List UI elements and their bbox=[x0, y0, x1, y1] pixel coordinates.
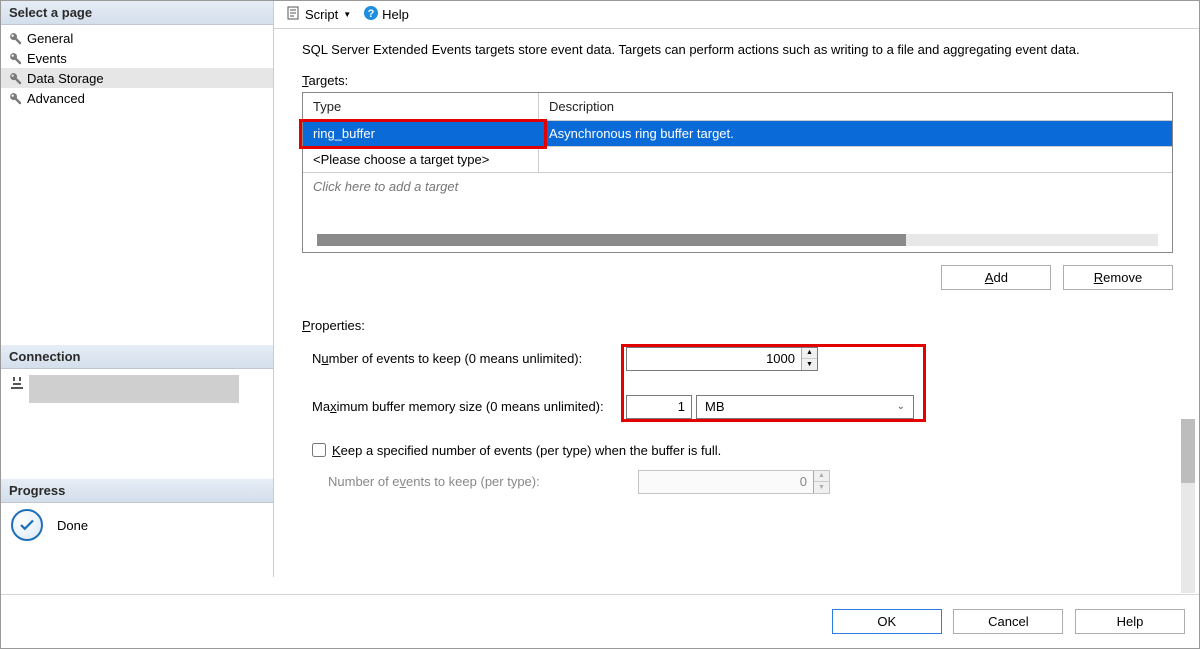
dialog-footer: OK Cancel Help bbox=[1, 594, 1199, 648]
svg-text:?: ? bbox=[368, 8, 375, 20]
wrench-icon bbox=[7, 30, 23, 46]
add-button[interactable]: Add bbox=[941, 265, 1051, 290]
page-description: SQL Server Extended Events targets store… bbox=[302, 41, 1173, 59]
spin-up-icon: ▲ bbox=[814, 471, 829, 482]
spin-down-icon: ▼ bbox=[814, 482, 829, 493]
cancel-button[interactable]: Cancel bbox=[953, 609, 1063, 634]
sidebar: Select a page General Events Data Storag… bbox=[1, 1, 274, 577]
sidebar-item-label: Advanced bbox=[27, 91, 85, 106]
script-dropdown[interactable]: Script ▼ bbox=[282, 4, 355, 25]
wrench-icon bbox=[7, 90, 23, 106]
table-row-placeholder[interactable]: <Please choose a target type> bbox=[303, 146, 1172, 172]
sidebar-item-general[interactable]: General bbox=[1, 28, 273, 48]
buffer-size-input[interactable] bbox=[626, 395, 692, 419]
wrench-icon bbox=[7, 70, 23, 86]
connection-value-redacted bbox=[29, 375, 239, 403]
sidebar-item-events[interactable]: Events bbox=[1, 48, 273, 68]
cell-description: Asynchronous ring buffer target. bbox=[539, 121, 1172, 146]
cell-placeholder-type: <Please choose a target type> bbox=[303, 147, 539, 172]
sidebar-item-label: Data Storage bbox=[27, 71, 104, 86]
done-check-icon bbox=[11, 509, 43, 541]
vertical-scrollbar[interactable] bbox=[1181, 419, 1195, 593]
events-to-keep-spinner[interactable]: ▲ ▼ bbox=[626, 347, 818, 371]
sidebar-item-label: Events bbox=[27, 51, 67, 66]
remove-button[interactable]: Remove bbox=[1063, 265, 1173, 290]
events-to-keep-input[interactable] bbox=[627, 348, 801, 370]
progress-title: Progress bbox=[1, 479, 273, 503]
connection-body bbox=[1, 369, 273, 409]
cell-type: ring_buffer bbox=[303, 121, 539, 146]
header-type[interactable]: Type bbox=[303, 93, 539, 120]
progress-body: Done bbox=[1, 503, 273, 547]
chevron-down-icon: ⌄ bbox=[897, 401, 905, 412]
cell-placeholder-desc bbox=[539, 147, 1172, 172]
spin-down-icon[interactable]: ▼ bbox=[802, 359, 817, 370]
per-type-input bbox=[639, 471, 813, 493]
spin-up-icon[interactable]: ▲ bbox=[802, 348, 817, 359]
per-type-spinner: ▲ ▼ bbox=[638, 470, 830, 494]
script-icon bbox=[286, 5, 302, 24]
per-type-row: Number of events to keep (per type): ▲ ▼ bbox=[302, 470, 1173, 494]
targets-table: Type Description ring_buffer Asynchronou… bbox=[302, 92, 1173, 253]
add-target-row[interactable]: Click here to add a target bbox=[303, 172, 1172, 200]
server-icon bbox=[9, 375, 25, 391]
buffer-size-row: Maximum buffer memory size (0 means unli… bbox=[302, 395, 1173, 419]
per-type-label: Number of events to keep (per type): bbox=[328, 474, 624, 489]
events-to-keep-label: Number of events to keep (0 means unlimi… bbox=[302, 351, 612, 366]
table-header: Type Description bbox=[303, 93, 1172, 121]
connection-title: Connection bbox=[1, 345, 273, 369]
help-button[interactable]: ? Help bbox=[359, 4, 413, 25]
keep-specified-row: Keep a specified number of events (per t… bbox=[302, 443, 1173, 458]
events-to-keep-row: Number of events to keep (0 means unlimi… bbox=[302, 347, 1173, 371]
page-list: General Events Data Storage Advanced bbox=[1, 25, 273, 111]
script-label: Script bbox=[305, 7, 338, 22]
buffer-size-label: Maximum buffer memory size (0 means unli… bbox=[302, 399, 612, 414]
scrollbar-thumb[interactable] bbox=[1181, 419, 1195, 483]
main-panel: Script ▼ ? Help SQL Server Extended Even… bbox=[274, 1, 1199, 577]
ok-button[interactable]: OK bbox=[832, 609, 942, 634]
wrench-icon bbox=[7, 50, 23, 66]
table-row-selected[interactable]: ring_buffer Asynchronous ring buffer tar… bbox=[303, 121, 1172, 146]
toolbar: Script ▼ ? Help bbox=[274, 1, 1199, 29]
header-description[interactable]: Description bbox=[539, 93, 1172, 120]
scrollbar-thumb[interactable] bbox=[317, 234, 906, 246]
sidebar-item-label: General bbox=[27, 31, 73, 46]
keep-specified-checkbox[interactable] bbox=[312, 443, 326, 457]
buffer-unit-value: MB bbox=[705, 399, 725, 414]
sidebar-item-data-storage[interactable]: Data Storage bbox=[1, 68, 273, 88]
horizontal-scrollbar[interactable] bbox=[317, 234, 1158, 246]
targets-label: Targets: bbox=[302, 73, 1173, 88]
progress-status: Done bbox=[57, 518, 88, 533]
keep-specified-label: Keep a specified number of events (per t… bbox=[332, 443, 721, 458]
help-icon: ? bbox=[363, 5, 379, 24]
help-label: Help bbox=[382, 7, 409, 22]
sidebar-item-advanced[interactable]: Advanced bbox=[1, 88, 273, 108]
select-page-title: Select a page bbox=[1, 1, 273, 25]
buffer-unit-select[interactable]: MB ⌄ bbox=[696, 395, 914, 419]
properties-label: Properties: bbox=[302, 318, 1173, 333]
help-button[interactable]: Help bbox=[1075, 609, 1185, 634]
chevron-down-icon: ▼ bbox=[343, 10, 351, 19]
